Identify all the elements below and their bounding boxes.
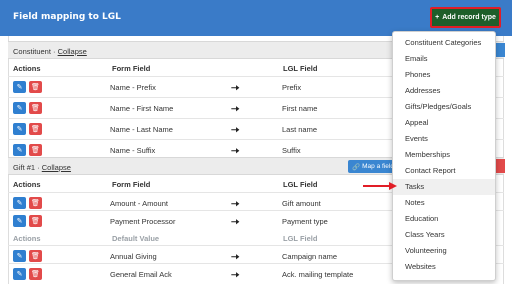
menu-item-phones[interactable]: Phones bbox=[393, 67, 495, 83]
menu-item-education[interactable]: Education bbox=[393, 211, 495, 227]
edit-icon[interactable]: ✎ bbox=[13, 144, 26, 156]
menu-item-contact-report[interactable]: Contact Report bbox=[393, 163, 495, 179]
menu-item-memberships[interactable]: Memberships bbox=[393, 147, 495, 163]
col-header-actions: Actions bbox=[13, 180, 41, 189]
lgl-field-value: Prefix bbox=[282, 83, 302, 92]
lgl-field-value: Ack. mailing template bbox=[282, 270, 354, 279]
trash-icon[interactable]: 🗑 bbox=[29, 123, 42, 135]
add-record-type-label: Add record type bbox=[442, 14, 496, 21]
col-header-lgl-field: LGL Field bbox=[283, 64, 318, 73]
menu-item-emails[interactable]: Emails bbox=[393, 51, 495, 67]
col-header-default-value: Default Value bbox=[112, 234, 160, 243]
section-label: Constituent · Collapse bbox=[13, 47, 87, 56]
menu-item-events[interactable]: Events bbox=[393, 131, 495, 147]
map-field-label: Map a field bbox=[362, 163, 394, 170]
map-field-button[interactable]: 🔗 Map a field bbox=[348, 160, 398, 173]
form-field-value: Name - First Name bbox=[110, 104, 174, 113]
edit-icon[interactable]: ✎ bbox=[13, 81, 26, 93]
menu-item-addresses[interactable]: Addresses bbox=[393, 83, 495, 99]
menu-item-websites[interactable]: Websites bbox=[393, 259, 495, 275]
add-record-type-button[interactable]: + Add record type bbox=[430, 7, 501, 28]
trash-icon[interactable]: 🗑 bbox=[29, 144, 42, 156]
menu-item-tasks[interactable]: Tasks bbox=[393, 179, 495, 195]
edit-icon[interactable]: ✎ bbox=[13, 250, 26, 262]
lgl-field-value: First name bbox=[282, 104, 318, 113]
edit-icon[interactable]: ✎ bbox=[13, 123, 26, 135]
lgl-field-value: Suffix bbox=[282, 146, 301, 155]
arrow-right-icon: 🠢 bbox=[231, 125, 240, 136]
annotation-arrow-icon bbox=[363, 182, 397, 190]
lgl-field-value: Last name bbox=[282, 125, 318, 134]
link-icon: 🔗 bbox=[352, 163, 361, 171]
col-header-lgl-field-default: LGL Field bbox=[283, 234, 318, 243]
col-header-lgl-field: LGL Field bbox=[283, 180, 318, 189]
form-field-value: Amount - Amount bbox=[110, 199, 168, 208]
edit-icon[interactable]: ✎ bbox=[13, 102, 26, 114]
arrow-right-icon: 🠢 bbox=[231, 217, 240, 228]
panel-title: Field mapping to LGL bbox=[13, 12, 121, 22]
form-field-value: Name - Prefix bbox=[110, 83, 156, 92]
edit-icon[interactable]: ✎ bbox=[13, 268, 26, 280]
plus-icon: + bbox=[435, 14, 440, 21]
edit-icon[interactable]: ✎ bbox=[13, 215, 26, 227]
collapse-link[interactable]: Collapse bbox=[58, 47, 87, 56]
trash-icon[interactable]: 🗑 bbox=[29, 81, 42, 93]
arrow-right-icon: 🠢 bbox=[231, 83, 240, 94]
menu-item-volunteering[interactable]: Volunteering bbox=[393, 243, 495, 259]
default-value: General Email Ack bbox=[110, 270, 172, 279]
form-field-value: Name - Last Name bbox=[110, 125, 173, 134]
trash-icon[interactable]: 🗑 bbox=[29, 215, 42, 227]
trash-icon[interactable]: 🗑 bbox=[29, 197, 42, 209]
menu-item-gifts-pledges-goals[interactable]: Gifts/Pledges/Goals bbox=[393, 99, 495, 115]
trash-icon[interactable]: 🗑 bbox=[29, 250, 42, 262]
form-field-value: Name - Suffix bbox=[110, 146, 156, 155]
collapse-link[interactable]: Collapse bbox=[42, 163, 71, 172]
lgl-field-value: Campaign name bbox=[282, 252, 338, 261]
trash-icon[interactable]: 🗑 bbox=[29, 102, 42, 114]
col-header-actions-default: Actions bbox=[13, 234, 41, 243]
arrow-right-icon: 🠢 bbox=[231, 270, 240, 281]
col-header-form-field: Form Field bbox=[112, 64, 151, 73]
trash-icon[interactable]: 🗑 bbox=[29, 268, 42, 280]
form-field-value: Payment Processor bbox=[110, 217, 176, 226]
menu-item-constituent-categories[interactable]: Constituent Categories bbox=[393, 35, 495, 51]
col-header-actions: Actions bbox=[13, 64, 41, 73]
col-header-form-field: Form Field bbox=[112, 180, 151, 189]
menu-item-notes[interactable]: Notes bbox=[393, 195, 495, 211]
menu-item-class-years[interactable]: Class Years bbox=[393, 227, 495, 243]
lgl-field-value: Gift amount bbox=[282, 199, 321, 208]
default-value: Annual Giving bbox=[110, 252, 157, 261]
section-label: Gift #1 · Collapse bbox=[13, 163, 71, 172]
edit-icon[interactable]: ✎ bbox=[13, 197, 26, 209]
lgl-field-value: Payment type bbox=[282, 217, 328, 226]
menu-item-appeal[interactable]: Appeal bbox=[393, 115, 495, 131]
arrow-right-icon: 🠢 bbox=[231, 104, 240, 115]
record-type-dropdown: Constituent Categories Emails Phones Add… bbox=[392, 31, 496, 281]
